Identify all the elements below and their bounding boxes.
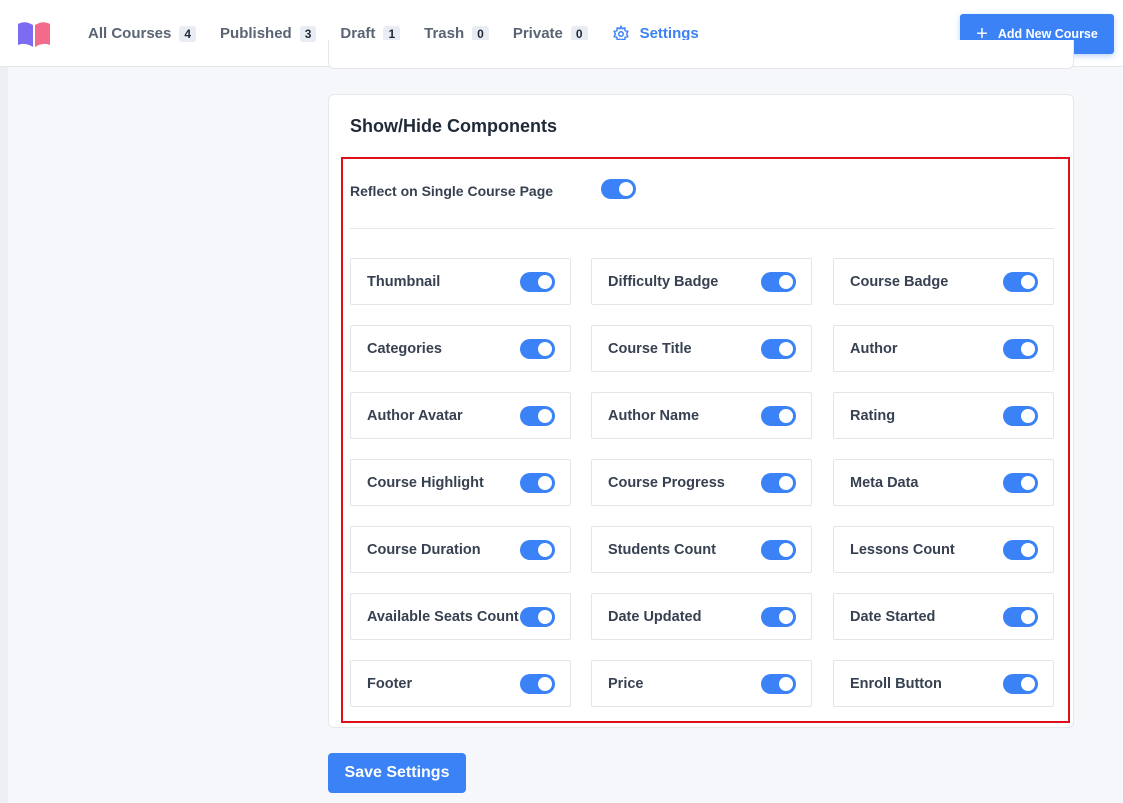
- component-course-highlight: Course Highlight: [350, 459, 571, 506]
- show-hide-components-card: Show/Hide Components Reflect on Single C…: [328, 94, 1074, 728]
- reflect-on-single-course-label: Reflect on Single Course Page: [350, 183, 554, 199]
- difficulty-badge-toggle[interactable]: [761, 272, 796, 292]
- component-date-updated: Date Updated: [591, 593, 812, 640]
- rating-toggle[interactable]: [1003, 406, 1038, 426]
- component-categories: Categories: [350, 325, 571, 372]
- component-label: Lessons Count: [850, 542, 955, 558]
- component-label: Date Started: [850, 609, 936, 625]
- component-label: Date Updated: [608, 609, 702, 625]
- enroll-button-toggle[interactable]: [1003, 674, 1038, 694]
- course-highlight-toggle[interactable]: [520, 473, 555, 493]
- component-label: Course Title: [608, 341, 692, 357]
- tab-label: Published: [220, 25, 292, 42]
- reflect-on-single-course-toggle[interactable]: [601, 179, 636, 199]
- component-label: Footer: [367, 676, 413, 692]
- students-count-toggle[interactable]: [761, 540, 796, 560]
- component-author-avatar: Author Avatar: [350, 392, 571, 439]
- component-course-title: Course Title: [591, 325, 812, 372]
- count-badge: 4: [179, 25, 197, 42]
- component-label: Difficulty Badge: [608, 274, 719, 290]
- component-rating: Rating: [833, 392, 1054, 439]
- section-title: Show/Hide Components: [350, 116, 557, 136]
- count-badge: 3: [299, 25, 317, 42]
- component-label: Categories: [367, 341, 442, 357]
- course-title-toggle[interactable]: [761, 339, 796, 359]
- tab-all-courses[interactable]: All Courses 4: [88, 0, 197, 67]
- save-settings-button[interactable]: Save Settings: [328, 753, 466, 793]
- sidebar: [0, 67, 8, 803]
- component-label: Author Avatar: [367, 408, 463, 424]
- course-duration-toggle[interactable]: [520, 540, 555, 560]
- footer-toggle[interactable]: [520, 674, 555, 694]
- book-logo-icon[interactable]: [16, 20, 52, 48]
- component-students-count: Students Count: [591, 526, 812, 573]
- author-name-toggle[interactable]: [761, 406, 796, 426]
- meta-data-toggle[interactable]: [1003, 473, 1038, 493]
- author-avatar-toggle[interactable]: [520, 406, 555, 426]
- component-thumbnail: Thumbnail: [350, 258, 571, 305]
- component-enroll-button: Enroll Button: [833, 660, 1054, 707]
- divider: [350, 228, 1054, 229]
- component-label: Price: [608, 676, 644, 692]
- tab-published[interactable]: Published 3: [220, 0, 317, 67]
- lessons-count-toggle[interactable]: [1003, 540, 1038, 560]
- tab-label: All Courses: [88, 25, 172, 42]
- date-started-toggle[interactable]: [1003, 607, 1038, 627]
- date-updated-toggle[interactable]: [761, 607, 796, 627]
- component-label: Course Duration: [367, 542, 481, 558]
- component-label: Enroll Button: [850, 676, 942, 692]
- component-date-started: Date Started: [833, 593, 1054, 640]
- previous-settings-card: [328, 40, 1074, 69]
- component-meta-data: Meta Data: [833, 459, 1054, 506]
- component-label: Rating: [850, 408, 896, 424]
- component-available-seats-count: Available Seats Count: [350, 593, 571, 640]
- component-label: Author: [850, 341, 898, 357]
- component-author-name: Author Name: [591, 392, 812, 439]
- component-author: Author: [833, 325, 1054, 372]
- component-label: Available Seats Count: [367, 609, 519, 625]
- component-label: Author Name: [608, 408, 700, 424]
- course-badge-toggle[interactable]: [1003, 272, 1038, 292]
- component-price: Price: [591, 660, 812, 707]
- component-label: Course Badge: [850, 274, 949, 290]
- available-seats-count-toggle[interactable]: [520, 607, 555, 627]
- thumbnail-toggle[interactable]: [520, 272, 555, 292]
- component-label: Course Highlight: [367, 475, 484, 491]
- author-toggle[interactable]: [1003, 339, 1038, 359]
- categories-toggle[interactable]: [520, 339, 555, 359]
- component-lessons-count: Lessons Count: [833, 526, 1054, 573]
- component-label: Course Progress: [608, 475, 725, 491]
- add-new-course-label: Add New Course: [997, 27, 1098, 41]
- component-difficulty-badge: Difficulty Badge: [591, 258, 812, 305]
- component-label: Thumbnail: [367, 274, 441, 290]
- component-label: Students Count: [608, 542, 716, 558]
- component-course-duration: Course Duration: [350, 526, 571, 573]
- component-label: Meta Data: [850, 475, 919, 491]
- component-course-progress: Course Progress: [591, 459, 812, 506]
- price-toggle[interactable]: [761, 674, 796, 694]
- component-footer: Footer: [350, 660, 571, 707]
- component-course-badge: Course Badge: [833, 258, 1054, 305]
- course-progress-toggle[interactable]: [761, 473, 796, 493]
